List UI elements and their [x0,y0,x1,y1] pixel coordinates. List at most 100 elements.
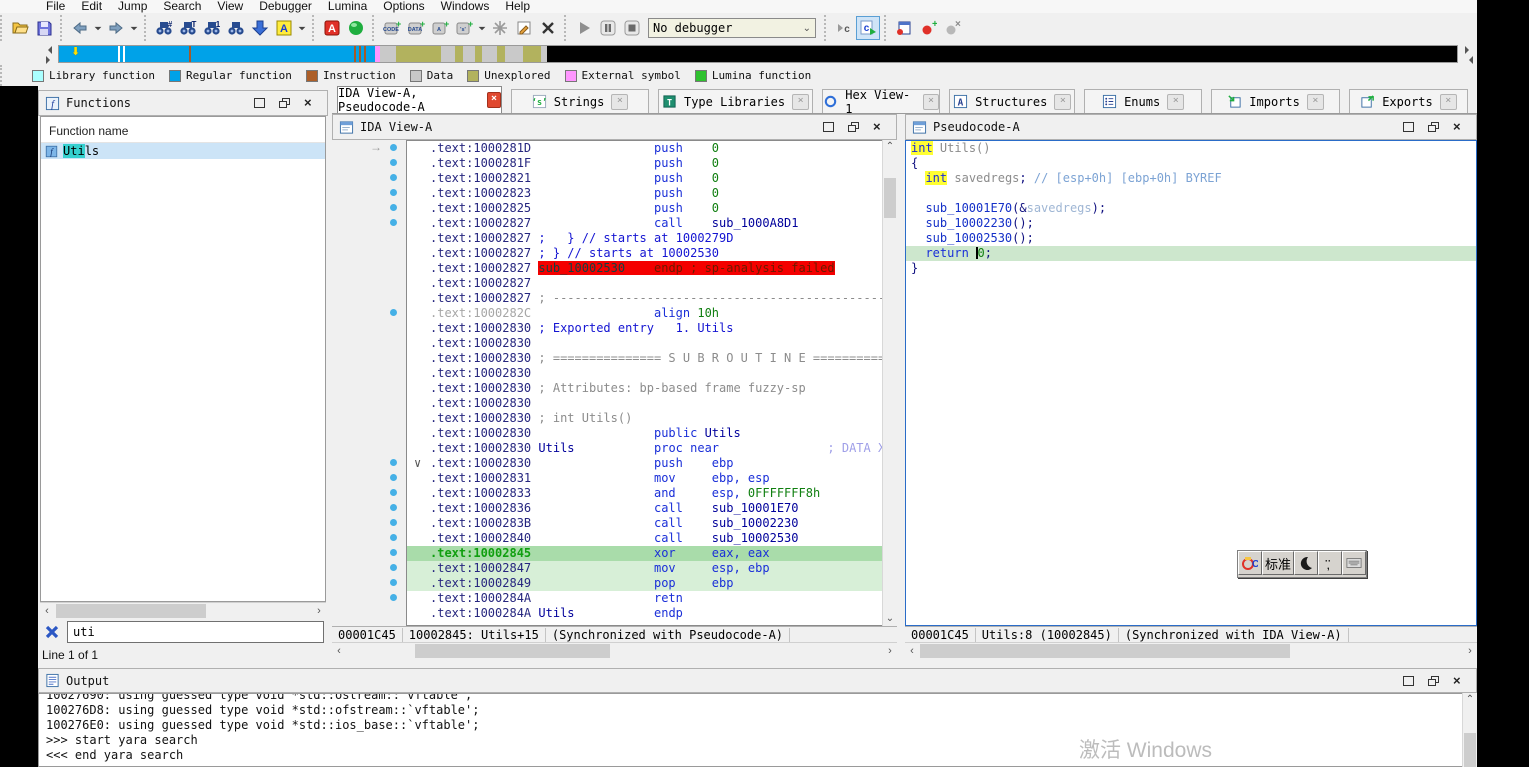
make-data-button[interactable]: DATA+ [404,16,428,40]
menu-item-help[interactable]: Help [497,0,538,13]
search-binoculars-text-button[interactable]: T [176,16,200,40]
tab-imports[interactable]: Imports× [1211,89,1340,113]
undefine-button[interactable] [488,16,512,40]
dropdown-button[interactable] [296,16,308,40]
disasm-line[interactable]: .text:10002831 mov ebp, esp [407,471,882,486]
dropdown-button[interactable] [92,16,104,40]
disasm-line[interactable]: .text:1000284A retn [407,591,882,606]
disasm-line[interactable]: .text:10002830 public Utils [407,426,882,441]
save-button[interactable] [32,16,56,40]
navband-segment[interactable] [547,46,1457,62]
tab-ida-view-a-pseudocode-a[interactable]: IDA View-A, Pseudocode-A× [337,86,502,113]
output-log[interactable]: 10027690: using guessed type void *std::… [38,693,1463,767]
output-vscrollbar[interactable]: ⌃ [1462,693,1477,767]
float-icon[interactable] [1428,676,1439,686]
tab-type-libraries[interactable]: TType Libraries× [658,89,813,113]
pseudocode-hscroll-thumb[interactable] [920,644,1290,658]
tab-structures[interactable]: AStructures× [949,89,1075,113]
navband-scroll-right-icon[interactable] [46,56,54,64]
search-binoculars-hash-button[interactable]: # [152,16,176,40]
menu-item-options[interactable]: Options [375,0,432,13]
navband-scroll-right2-icon[interactable] [1465,46,1473,54]
disasm-line[interactable]: .text:10002833 and esp, 0FFFFFFF8h [407,486,882,501]
disassembly-vscroll-thumb[interactable] [884,178,896,218]
pseudocode-view[interactable]: int Utils(){ int savedregs; // [esp+0h] … [905,140,1477,626]
navband-segment[interactable] [59,46,375,62]
disasm-line[interactable]: .text:10002830 ; Exported entry 1. Utils [407,321,882,336]
maximize-icon[interactable] [1403,122,1414,132]
tab-close-icon[interactable]: × [611,94,628,110]
pseudocode-line[interactable]: } [906,261,1476,276]
disasm-line[interactable]: .text:10002827 ; } // starts at 10002530 [407,246,882,261]
dropdown-button[interactable] [128,16,140,40]
float-icon[interactable] [848,122,859,132]
menu-item-edit[interactable]: Edit [73,0,110,13]
disasm-line[interactable]: .text:10002830 Utils proc near ; DATA XR… [407,441,882,456]
functions-hscroll-thumb[interactable] [56,604,206,618]
ida-view-titlebar[interactable]: IDA View-A × [332,114,897,140]
produce-c-button[interactable]: c [856,16,880,40]
output-titlebar[interactable]: Output × [38,668,1477,693]
scroll-up-icon[interactable]: ⌃ [883,140,897,154]
menu-item-search[interactable]: Search [155,0,209,13]
disassembly-view[interactable]: .text:1000281D push 0.text:1000281F push… [406,140,883,626]
disasm-line[interactable]: .text:1000284A Utils endp [407,606,882,621]
pseudocode-hscrollbar[interactable]: ‹ › [905,642,1477,660]
function-row[interactable]: fUtils [41,143,325,159]
functions-filter-input[interactable] [67,621,324,643]
disassembly-hscroll-thumb[interactable] [415,644,610,658]
scroll-right-icon[interactable]: › [883,644,897,658]
maximize-icon[interactable] [823,122,834,132]
functions-hscrollbar[interactable]: ‹ › [40,602,326,620]
delete-button[interactable] [536,16,560,40]
navband-left-arrows[interactable] [44,45,55,63]
menu-item-jump[interactable]: Jump [110,0,155,13]
scroll-right-icon[interactable]: › [1463,644,1477,658]
disasm-line[interactable]: .text:1000281F push 0 [407,156,882,171]
tab-close-icon[interactable]: × [1054,94,1071,110]
punctuation-button[interactable]: ··, [1318,551,1342,575]
start-process-button[interactable] [572,16,596,40]
navigation-band[interactable]: ⬇ [58,45,1458,63]
tab-close-icon[interactable]: × [1167,94,1184,110]
navband-segment[interactable] [396,46,442,62]
disasm-line[interactable]: .text:10002847 mov esp, ebp [407,561,882,576]
tab-enums[interactable]: Enums× [1084,89,1202,113]
disasm-line[interactable]: .text:10002827 ; -----------------------… [407,291,882,306]
scroll-down-icon[interactable]: ⌄ [883,612,897,626]
float-icon[interactable] [279,98,290,108]
ime-toolbar[interactable]: C标准··, [1237,550,1367,578]
navband-segment[interactable] [482,46,497,62]
pseudocode-line[interactable]: int Utils() [906,141,1476,156]
pseudocode-line[interactable]: sub_10002530(); [906,231,1476,246]
tab-close-icon[interactable]: × [1440,94,1457,110]
disassembly-vscrollbar[interactable]: ⌃ ⌄ [882,140,897,626]
tab-close-icon[interactable]: × [487,92,501,108]
close-icon[interactable]: × [304,98,315,108]
disasm-line[interactable]: .text:10002827 [407,276,882,291]
pseudocode-line[interactable]: return 0; [906,246,1476,261]
tab-exports[interactable]: Exports× [1349,89,1468,113]
pseudocode-line[interactable]: sub_10002230(); [906,216,1476,231]
clear-filter-icon[interactable] [44,624,60,640]
disasm-line[interactable]: .text:10002825 push 0 [407,201,882,216]
attach-button[interactable]: c [832,16,856,40]
menu-item-lumina[interactable]: Lumina [320,0,375,13]
disasm-line[interactable]: .text:1000282C align 10h [407,306,882,321]
search-binoculars-values-button[interactable]: 1 [200,16,224,40]
close-icon[interactable]: × [873,122,884,132]
disasm-line[interactable]: .text:10002827 sub_10002530 endp ; sp-an… [407,261,882,276]
pause-process-button[interactable] [596,16,620,40]
pseudocode-line[interactable]: sub_10001E70(&savedregs); [906,201,1476,216]
navband-scroll-left-icon[interactable] [44,46,52,54]
maximize-icon[interactable] [1403,676,1414,686]
delete-breakpoint-button[interactable]: × [940,16,964,40]
search-binoculars-button[interactable] [224,16,248,40]
ime-mode-button[interactable]: 标准 [1262,551,1294,575]
jump-down-button[interactable] [248,16,272,40]
disasm-line[interactable]: .text:10002849 pop ebp [407,576,882,591]
tab-close-icon[interactable]: × [1307,94,1324,110]
disasm-line[interactable]: .text:10002840 call sub_10002530 [407,531,882,546]
menu-item-file[interactable]: File [38,0,73,13]
navband-scroll-left2-icon[interactable] [1465,56,1473,64]
